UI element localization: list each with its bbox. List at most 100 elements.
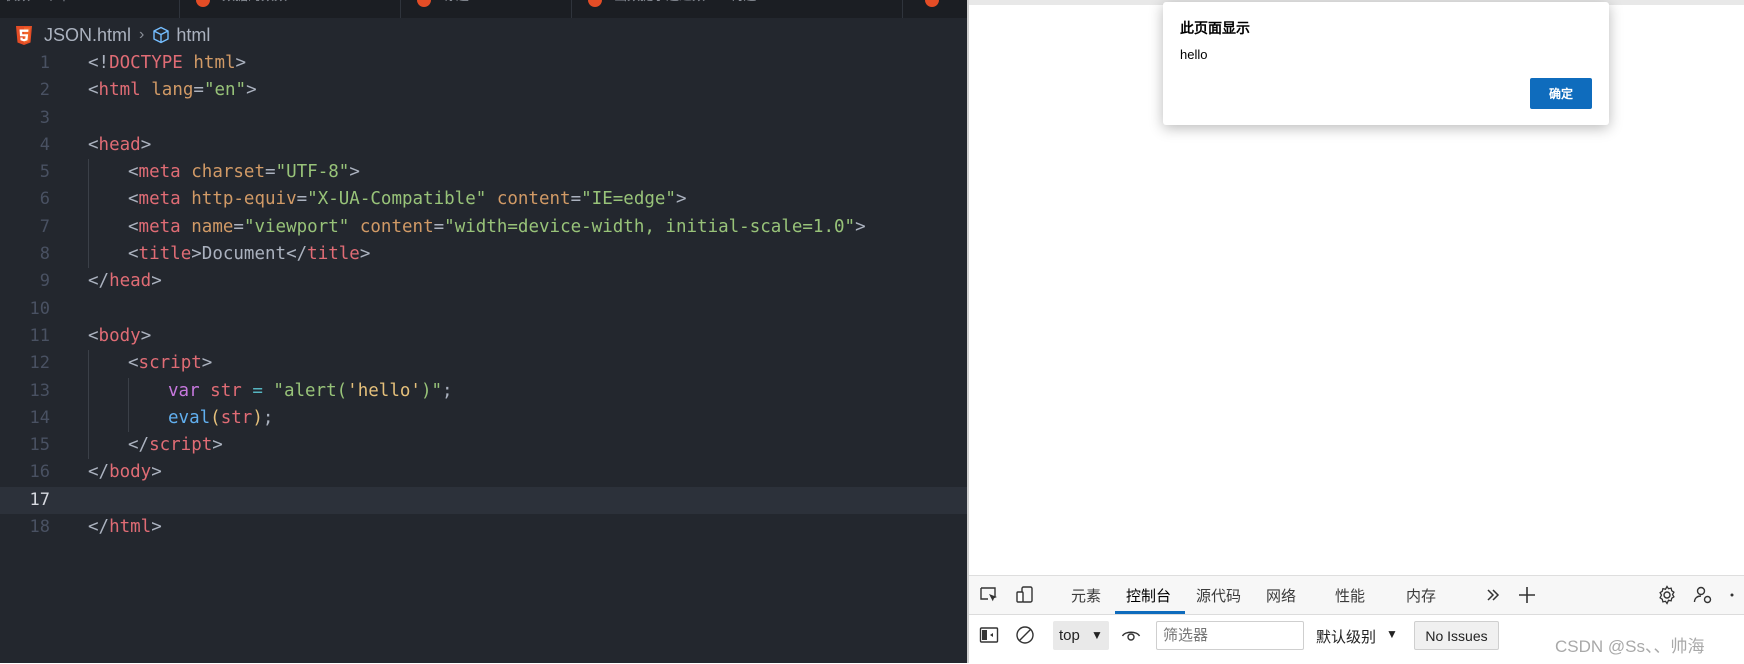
code-token: ; — [442, 380, 453, 401]
filter-input[interactable] — [1156, 621, 1304, 650]
editor-tab[interactable]: 状数 1 个中 — [0, 0, 180, 18]
code-token: </ — [88, 517, 110, 538]
inspect-element-icon[interactable] — [979, 585, 999, 605]
code-line[interactable]: 3 — [0, 105, 967, 132]
more-tabs-icon[interactable] — [1483, 585, 1503, 605]
code-token: > — [855, 216, 866, 237]
code-token: < — [88, 80, 99, 101]
code-token: = — [296, 189, 308, 210]
watermark: CSDN @Ss、、帅海 — [1555, 637, 1705, 656]
tab-performance[interactable]: 性能 — [1335, 585, 1365, 606]
code-token: < — [128, 162, 139, 183]
tab-console[interactable]: 控制台 — [1126, 585, 1171, 606]
code-line[interactable]: 9 </head> — [0, 268, 967, 295]
code-token: str — [210, 380, 242, 401]
device-emulation-icon[interactable] — [1015, 585, 1035, 605]
editor-tab[interactable]: 标题 — [401, 0, 572, 18]
code-token: content — [496, 189, 571, 210]
code-line[interactable]: 8 <title>Document</title> — [0, 241, 967, 269]
code-token: > — [675, 189, 687, 210]
code-token: < — [128, 189, 139, 210]
code-editor[interactable]: 状数 1 个中 数据的数数 标题 函数提示通过数 1.0 构造 JSON.htm… — [0, 0, 967, 663]
html-file-icon — [196, 0, 210, 7]
code-token: script — [138, 353, 202, 374]
log-level-dropdown[interactable]: 默认级别 — [1316, 626, 1376, 647]
code-line[interactable]: 1 <!DOCTYPE html> — [0, 50, 967, 77]
code-token: = — [570, 189, 582, 210]
code-area[interactable]: 1 <!DOCTYPE html> 2 <html lang="en"> 3 4 <head… — [0, 50, 967, 541]
gear-icon[interactable] — [1657, 585, 1677, 605]
tab-elements[interactable]: 元素 — [1071, 585, 1101, 606]
indent-guide — [88, 213, 89, 242]
code-token: body — [109, 462, 152, 483]
eye-icon[interactable] — [1121, 625, 1141, 645]
sidebar-toggle-icon[interactable] — [979, 625, 999, 645]
editor-tab[interactable]: 函数提示通过数 1.0 构造 — [572, 0, 903, 18]
code-line[interactable]: 2 <html lang="en"> — [0, 77, 967, 104]
line-number: 15 — [29, 435, 50, 456]
code-token: html — [109, 517, 152, 538]
indent-guide — [128, 377, 129, 405]
code-token: title — [138, 244, 192, 265]
code-text: </body> — [88, 459, 162, 486]
code-token: > — [349, 162, 360, 183]
chevron-right-icon: › — [139, 26, 145, 43]
line-number: 7 — [39, 216, 50, 237]
line-number: 11 — [29, 325, 50, 346]
context-selector[interactable]: top ▼ — [1053, 621, 1109, 650]
code-text: <meta http-equiv="X-UA-Compatible" conte… — [128, 186, 687, 213]
code-token: </ — [88, 462, 110, 483]
html5-icon — [16, 25, 32, 45]
code-line[interactable]: 18 </html> — [0, 514, 967, 541]
code-token: meta — [138, 189, 181, 210]
code-text: <script> — [128, 350, 212, 377]
context-label: top — [1059, 627, 1080, 644]
tab-memory[interactable]: 内存 — [1406, 585, 1436, 606]
tab-sources[interactable]: 源代码 — [1196, 585, 1241, 606]
code-line[interactable]: 12 <script> — [0, 350, 967, 378]
code-token: > — [212, 435, 223, 456]
devtools-tab-bar: 元素 控制台 源代码 网络 性能 内存 — [969, 576, 1744, 615]
code-line[interactable]: 16 </body> — [0, 459, 967, 486]
code-line[interactable]: 17 — [0, 486, 967, 515]
code-line[interactable]: 14 eval(str); — [0, 404, 967, 433]
ok-button[interactable]: 确定 — [1530, 78, 1592, 109]
user-settings-icon[interactable] — [1693, 585, 1713, 605]
tab-network[interactable]: 网络 — [1266, 585, 1296, 606]
code-line[interactable]: 4 <head> — [0, 132, 967, 159]
code-token: > — [246, 80, 257, 101]
code-token: 'hello' — [347, 380, 421, 401]
editor-tab[interactable] — [903, 0, 967, 18]
code-token: "en" — [203, 80, 247, 101]
code-token: meta — [138, 216, 181, 237]
caret-down-icon: ▼ — [1091, 628, 1103, 642]
code-line[interactable]: 5 <meta charset="UTF-8"> — [0, 159, 967, 187]
issues-button[interactable]: No Issues — [1414, 621, 1499, 650]
html-file-icon — [417, 0, 431, 7]
code-token: = — [433, 216, 445, 237]
code-line[interactable]: 10 — [0, 296, 967, 323]
code-line[interactable]: 13 var str = "alert('hello')"; — [0, 377, 967, 405]
clear-console-icon[interactable] — [1015, 625, 1035, 645]
breadcrumb-file[interactable]: JSON.html — [44, 25, 131, 46]
code-line[interactable]: 7 <meta name="viewport" content="width=de… — [0, 213, 967, 242]
indent-guide — [128, 404, 129, 433]
code-line[interactable]: 11 <body> — [0, 323, 967, 350]
indent-guide — [88, 404, 89, 433]
editor-tab[interactable]: 数据的数数 — [180, 0, 401, 18]
code-line[interactable]: 6 <meta http-equiv="X-UA-Compatible" cont… — [0, 186, 967, 214]
code-token: title — [307, 244, 360, 265]
code-token: > — [151, 271, 162, 292]
breadcrumb-symbol[interactable]: html — [176, 25, 210, 46]
code-line[interactable]: 15 </script> — [0, 432, 967, 460]
add-tab-icon[interactable] — [1517, 585, 1537, 605]
line-number: 8 — [39, 244, 50, 265]
code-token: < — [88, 134, 99, 155]
code-token: > — [359, 244, 371, 265]
more-options-icon[interactable] — [1725, 585, 1739, 605]
code-token: > — [151, 517, 162, 538]
code-token: > — [201, 353, 213, 374]
code-text: </html> — [88, 514, 162, 541]
